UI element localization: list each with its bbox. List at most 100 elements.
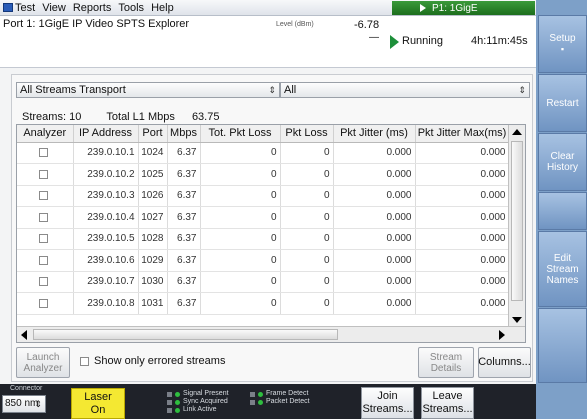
clear-label-2: History	[546, 162, 579, 173]
col-ip-address[interactable]: IP Address	[73, 125, 139, 143]
table-row[interactable]: 239.0.10.5 1028 6.37 0 0 0.000 0.000	[17, 228, 510, 250]
col-port[interactable]: Port	[138, 125, 168, 143]
analyzer-checkbox-cell[interactable]	[17, 271, 74, 293]
col-analyzer[interactable]: Analyzer	[17, 125, 74, 143]
vertical-scroll-thumb[interactable]	[511, 141, 523, 301]
analyzer-checkbox[interactable]	[38, 277, 48, 287]
horizontal-scrollbar[interactable]	[17, 326, 525, 342]
analyzer-checkbox[interactable]	[38, 191, 48, 201]
green-led-icon	[258, 399, 263, 405]
menu-tools[interactable]: Tools	[118, 2, 144, 14]
restart-button[interactable]: Restart	[538, 74, 587, 132]
streams-panel: All Streams Transport ⇕ All ⇕ Streams: 1…	[11, 74, 533, 382]
softkey-blank-2[interactable]	[538, 308, 587, 383]
clear-label-1: Clear	[550, 151, 575, 162]
setup-button[interactable]: Setup ▪	[538, 15, 587, 73]
join-label-1: Join	[377, 390, 398, 402]
port-cell: 1029	[138, 249, 168, 272]
legend-square-icon	[250, 399, 255, 405]
view-select-value: All Streams Transport	[20, 84, 126, 96]
col-pkt-loss[interactable]: Pkt Loss	[280, 125, 334, 143]
port-badge[interactable]: P1: 1GigE	[392, 1, 535, 15]
total-mbps-label: Total L1 Mbps	[106, 111, 175, 123]
analyzer-checkbox-cell[interactable]	[17, 228, 74, 250]
col-pkt-jitter[interactable]: Pkt Jitter (ms)	[333, 125, 416, 143]
table-row[interactable]: 239.0.10.1 1024 6.37 0 0 0.000 0.000	[17, 142, 510, 164]
mbps-cell: 6.37	[167, 206, 201, 229]
led-legend-right: Frame Detect Packet Detect	[250, 390, 310, 406]
scroll-left-icon[interactable]	[21, 330, 27, 340]
tot-loss-cell: 0	[200, 185, 281, 207]
laser-button[interactable]: Laser On	[71, 388, 125, 419]
clear-history-button[interactable]: Clear History	[538, 133, 587, 191]
ip-cell: 239.0.10.6	[73, 249, 139, 272]
mbps-cell: 6.37	[167, 249, 201, 272]
col-mbps[interactable]: Mbps	[167, 125, 201, 143]
analyzer-checkbox-cell[interactable]	[17, 142, 74, 164]
leave-label-1: Leave	[432, 390, 463, 402]
analyzer-checkbox-cell[interactable]	[17, 292, 74, 315]
analyzer-checkbox[interactable]	[38, 255, 48, 265]
connector-select[interactable]: 850 nm ⇕	[2, 395, 46, 413]
tot-loss-cell: 0	[200, 249, 281, 272]
vertical-scrollbar[interactable]	[508, 125, 525, 327]
softkey-blank-1[interactable]	[538, 192, 587, 230]
col-pkt-jitter-max[interactable]: Pkt Jitter Max(ms)	[415, 125, 510, 143]
leave-streams-button[interactable]: Leave Streams...	[421, 387, 474, 419]
join-streams-button[interactable]: Join Streams...	[361, 387, 414, 419]
menu-view[interactable]: View	[42, 2, 66, 14]
port-cell: 1024	[138, 142, 168, 164]
leave-label-2: Streams...	[422, 403, 473, 415]
analyzer-checkbox[interactable]	[38, 298, 48, 308]
loss-cell: 0	[280, 292, 334, 315]
scroll-up-icon[interactable]	[512, 129, 522, 135]
level-sub: —	[369, 32, 379, 43]
analyzer-checkbox[interactable]	[38, 148, 48, 158]
jitter-cell: 0.000	[333, 292, 416, 315]
horizontal-scroll-thumb[interactable]	[33, 329, 338, 340]
table-row[interactable]: 239.0.10.3 1026 6.37 0 0 0.000 0.000	[17, 185, 510, 207]
jitter-max-cell: 0.000	[415, 249, 510, 272]
analyzer-checkbox-cell[interactable]	[17, 206, 74, 229]
table-row[interactable]: 239.0.10.6 1029 6.37 0 0 0.000 0.000	[17, 249, 510, 272]
col-tot-pkt-loss[interactable]: Tot. Pkt Loss	[200, 125, 281, 143]
port-cell: 1027	[138, 206, 168, 229]
jitter-cell: 0.000	[333, 185, 416, 207]
stream-details-button[interactable]: Stream Details	[418, 347, 474, 378]
table-header: Analyzer IP Address Port Mbps Tot. Pkt L…	[17, 125, 510, 143]
scroll-right-icon[interactable]	[499, 330, 505, 340]
menu-help[interactable]: Help	[151, 2, 174, 14]
ip-cell: 239.0.10.7	[73, 271, 139, 293]
table-row[interactable]: 239.0.10.7 1030 6.37 0 0 0.000 0.000	[17, 271, 510, 293]
analyzer-checkbox-cell[interactable]	[17, 185, 74, 207]
errored-only-checkbox[interactable]	[80, 356, 89, 366]
analyzer-checkbox-cell[interactable]	[17, 249, 74, 272]
errored-only-toggle[interactable]: Show only errored streams	[80, 355, 225, 367]
bottom-bar: Connector 850 nm ⇕ Laser On Signal Prese…	[0, 384, 536, 419]
table-row[interactable]: 239.0.10.8 1031 6.37 0 0 0.000 0.000	[17, 292, 510, 315]
run-state: Running	[402, 35, 443, 47]
legend-link: Link Active	[183, 406, 217, 413]
analyzer-checkbox-cell[interactable]	[17, 163, 74, 186]
view-select[interactable]: All Streams Transport ⇕	[16, 82, 280, 98]
scroll-down-icon[interactable]	[512, 317, 522, 323]
analyzer-checkbox[interactable]	[38, 212, 48, 222]
menu-test[interactable]: Test	[15, 2, 35, 14]
analyzer-checkbox[interactable]	[38, 169, 48, 179]
updown-icon: ⇕	[34, 399, 42, 409]
table-row[interactable]: 239.0.10.4 1027 6.37 0 0 0.000 0.000	[17, 206, 510, 229]
stream-filter-select[interactable]: All ⇕	[280, 82, 530, 98]
loss-cell: 0	[280, 271, 334, 293]
analyzer-checkbox[interactable]	[38, 234, 48, 244]
status-area: Port 1: 1GigE IP Video SPTS Explorer Lev…	[0, 16, 536, 68]
columns-button[interactable]: Columns...	[478, 347, 531, 378]
green-led-icon	[175, 399, 180, 405]
total-mbps-value: 63.75	[191, 111, 220, 123]
legend-square-icon	[167, 407, 172, 413]
setup-label: Setup	[549, 33, 576, 44]
menu-reports[interactable]: Reports	[73, 2, 112, 14]
legend-square-icon	[167, 399, 172, 405]
edit-stream-names-button[interactable]: Edit Stream Names	[538, 231, 587, 307]
table-row[interactable]: 239.0.10.2 1025 6.37 0 0 0.000 0.000	[17, 163, 510, 186]
launch-analyzer-button[interactable]: Launch Analyzer	[16, 347, 70, 378]
